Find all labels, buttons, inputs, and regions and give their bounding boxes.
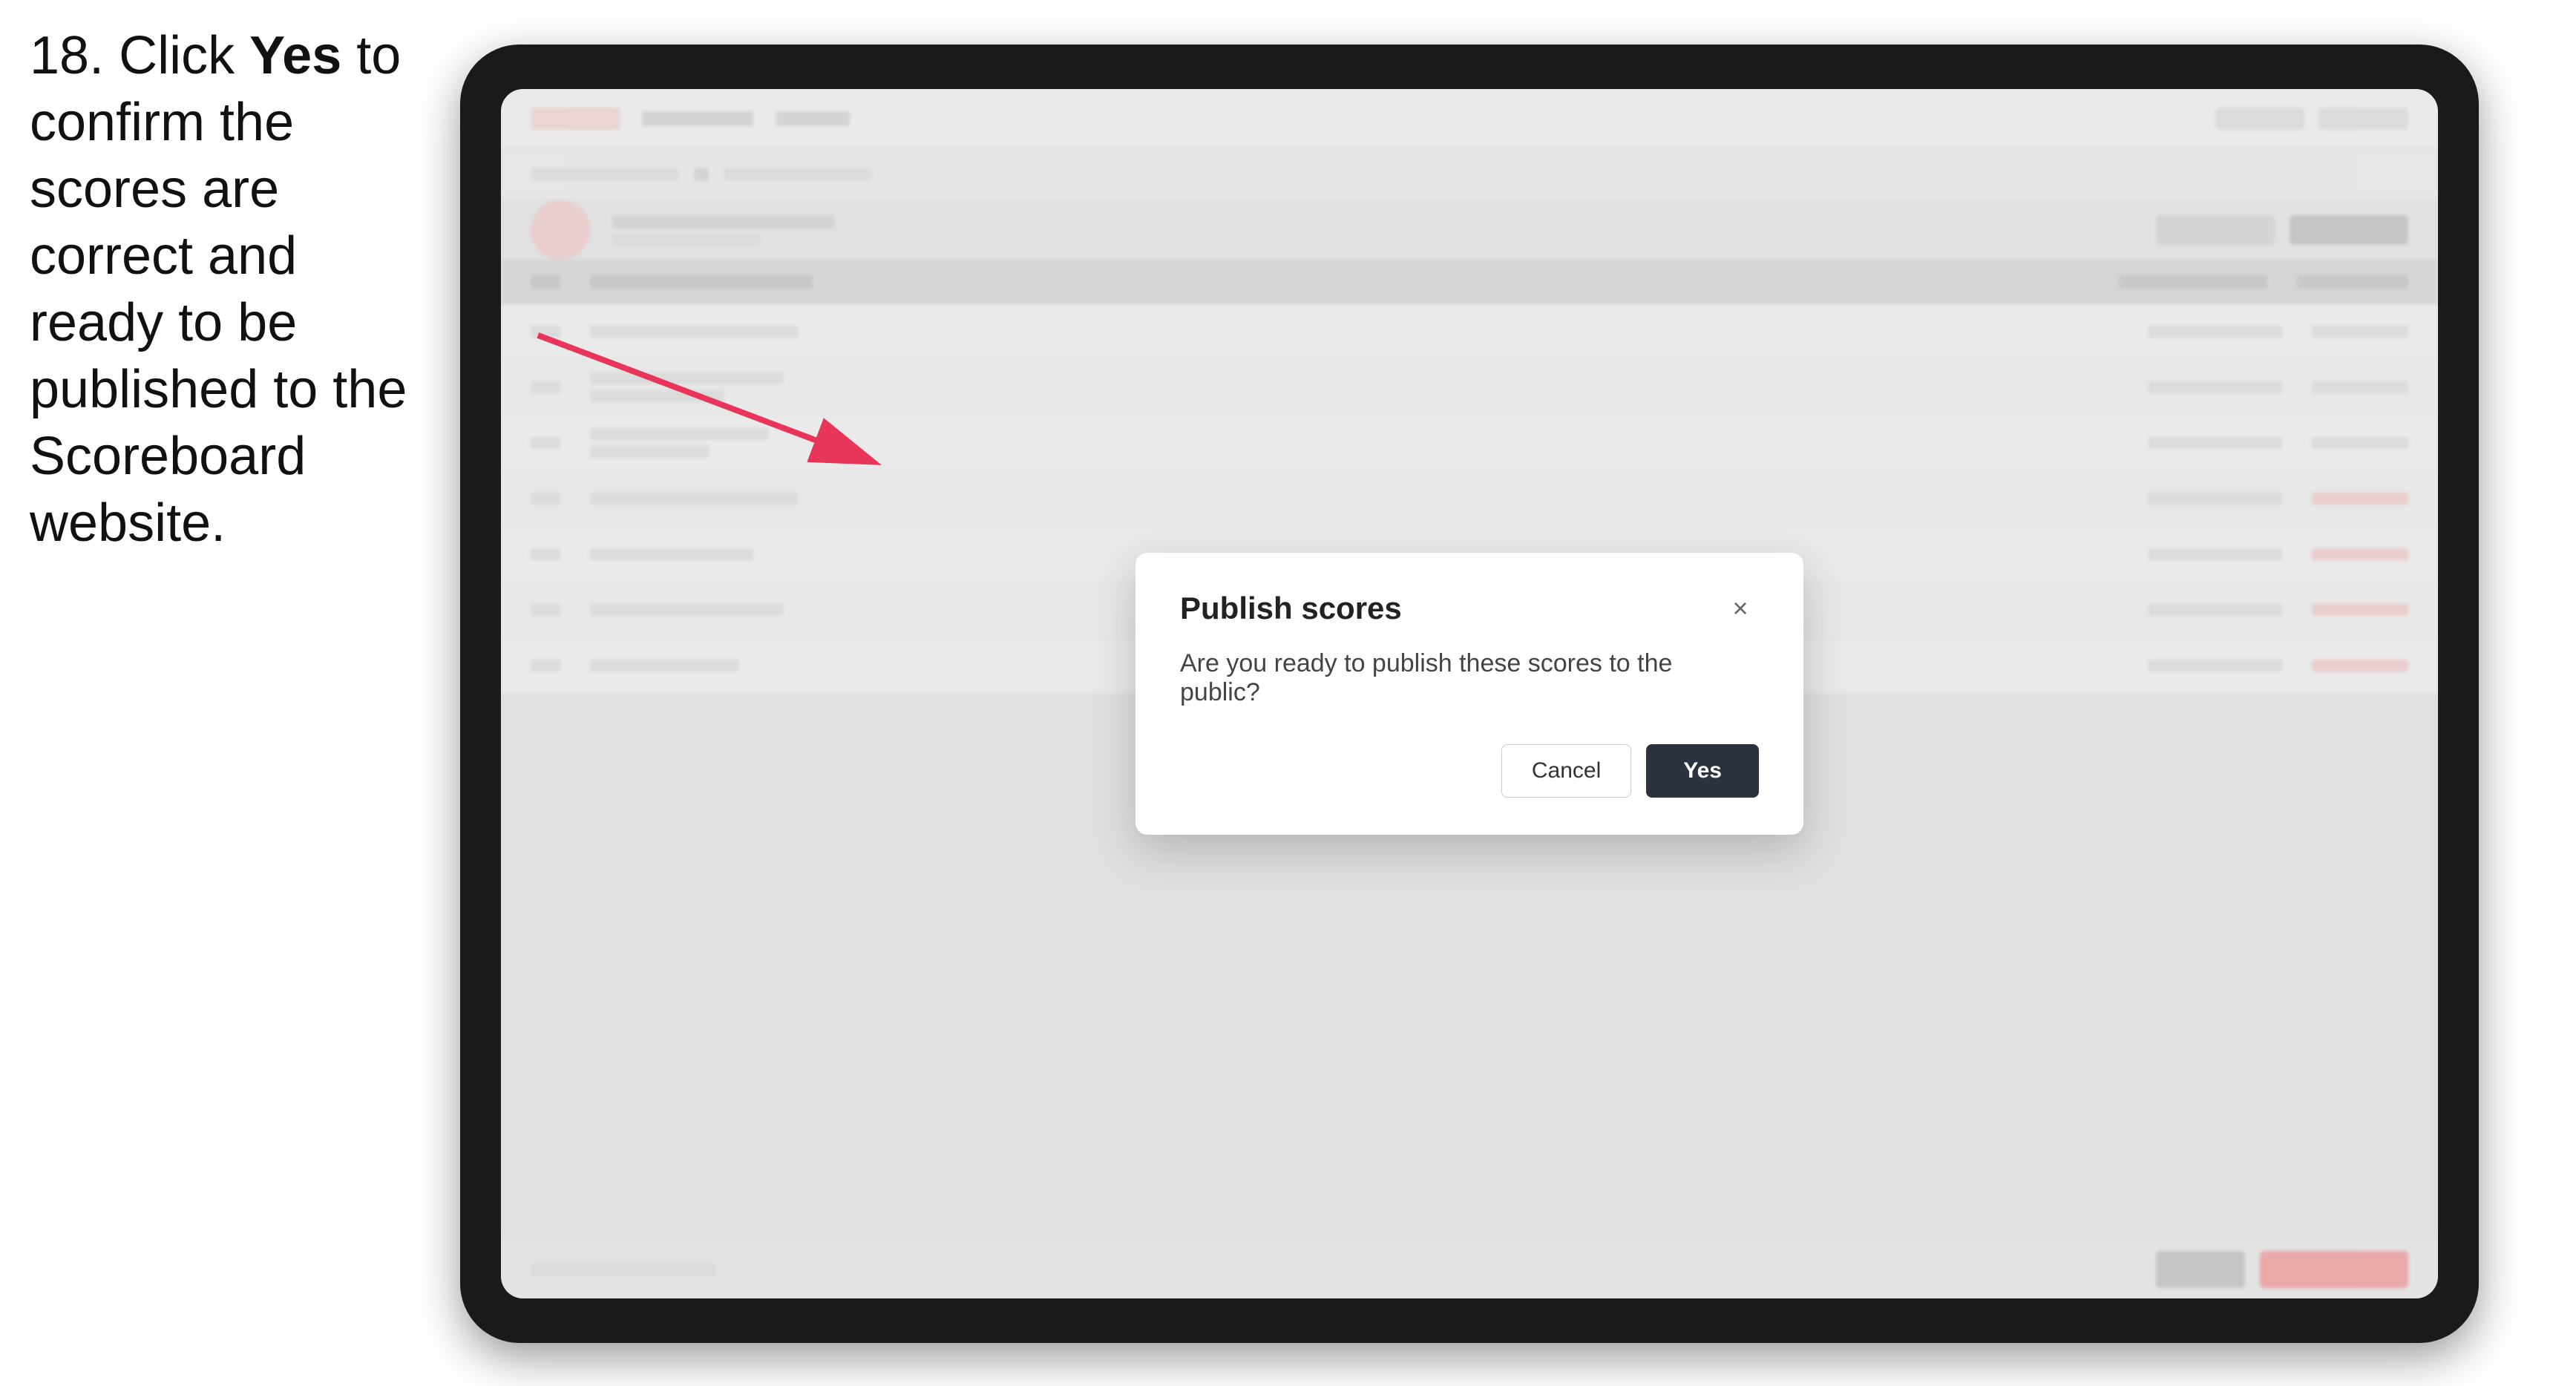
publish-scores-modal: Publish scores × Are you ready to publis… bbox=[1135, 553, 1803, 835]
tablet-screen: Publish scores × Are you ready to publis… bbox=[501, 89, 2438, 1298]
cancel-button[interactable]: Cancel bbox=[1501, 744, 1631, 798]
modal-overlay: Publish scores × Are you ready to publis… bbox=[501, 89, 2438, 1298]
modal-body: Are you ready to publish these scores to… bbox=[1180, 649, 1759, 707]
modal-header: Publish scores × bbox=[1180, 590, 1759, 627]
instruction-text: 18. Click Yes to confirm the scores are … bbox=[30, 22, 445, 556]
step-number: 18. bbox=[30, 26, 104, 85]
intro-text: Click bbox=[104, 26, 249, 85]
modal-title: Publish scores bbox=[1180, 591, 1402, 626]
modal-footer: Cancel Yes bbox=[1180, 744, 1759, 798]
bold-yes: Yes bbox=[249, 26, 341, 85]
tablet-device: Publish scores × Are you ready to publis… bbox=[460, 45, 2479, 1343]
yes-button[interactable]: Yes bbox=[1646, 744, 1759, 798]
modal-close-button[interactable]: × bbox=[1722, 590, 1759, 627]
instruction-body: to confirm the scores are correct and re… bbox=[30, 26, 407, 553]
